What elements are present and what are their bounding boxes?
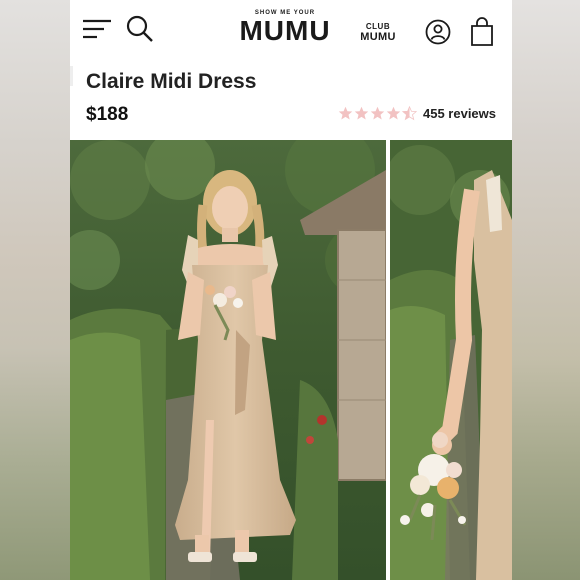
product-rating[interactable]: 455 reviews	[338, 106, 496, 121]
star-icon	[354, 106, 369, 120]
review-count[interactable]: 455 reviews	[423, 106, 496, 121]
product-gallery	[70, 140, 512, 580]
edge-divider	[70, 66, 73, 86]
star-half-icon	[402, 106, 417, 121]
logo-wordmark: MUMU	[239, 15, 331, 46]
account-icon[interactable]	[425, 19, 451, 45]
club-mumu-link[interactable]: CLUB MUMU	[357, 21, 399, 43]
brand-logo[interactable]: SHOW ME YOUR MUMU	[230, 10, 340, 46]
blurred-backdrop-left	[0, 0, 70, 580]
star-icon	[386, 106, 401, 120]
product-price: $188	[86, 104, 129, 125]
star-icon	[338, 106, 353, 120]
club-label-bottom: MUMU	[360, 31, 396, 43]
secondary-product-photo[interactable]	[390, 140, 512, 580]
main-product-photo[interactable]	[70, 140, 386, 580]
site-header: SHOW ME YOUR MUMU CLUB MUMU	[70, 0, 512, 64]
search-icon[interactable]	[126, 15, 154, 43]
product-page: SHOW ME YOUR MUMU CLUB MUMU Claire Midi …	[70, 0, 512, 580]
menu-icon[interactable]	[82, 17, 112, 41]
blurred-backdrop-right	[512, 0, 580, 580]
shopping-bag-icon[interactable]	[470, 17, 494, 47]
star-icon	[370, 106, 385, 120]
product-title: Claire Midi Dress	[86, 70, 257, 93]
